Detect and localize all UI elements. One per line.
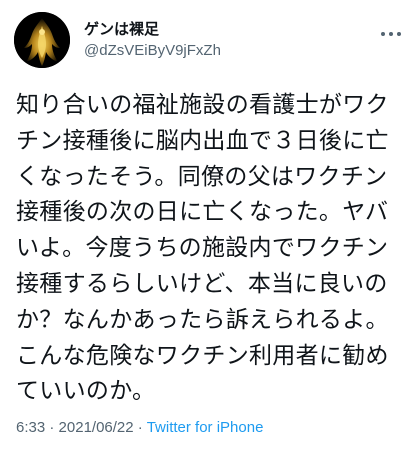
tweet-meta: 6:33 · 2021/06/22 · Twitter for iPhone — [16, 418, 263, 438]
tweet-text-line: チン接種後に脳内出血で３日後に亡 — [16, 127, 389, 154]
avatar-image — [14, 12, 70, 68]
tweet-card: ゲンは裸足 @dZsVEiByV9jFxZh 知り合いの福祉施設の看護士がワク … — [0, 0, 418, 449]
avatar[interactable] — [14, 12, 70, 68]
tweet-source-link[interactable]: Twitter for iPhone — [147, 419, 264, 436]
tweet-text-line: か？なんかあったら訴えられるよ。 — [16, 306, 389, 333]
user-handle[interactable]: @dZsVEiByV9jFxZh — [84, 41, 221, 61]
tweet-time[interactable]: 6:33 — [16, 419, 45, 436]
tweet-text-line: ていいのか。 — [16, 378, 156, 405]
tweet-header: ゲンは裸足 @dZsVEiByV9jFxZh — [14, 12, 404, 70]
tweet-text-line: くなったそう。同僚の父はワクチン — [16, 163, 388, 190]
tweet-text: 知り合いの福祉施設の看護士がワク チン接種後に脳内出血で３日後に亡 くなったそう… — [16, 88, 412, 410]
tweet-text-line: こんな危険なワクチン利用者に勧め — [16, 342, 389, 369]
author-block[interactable]: ゲンは裸足 @dZsVEiByV9jFxZh — [84, 19, 221, 61]
meta-separator: · — [49, 419, 55, 436]
tweet-text-line: 接種後の次の日に亡くなった。ヤバ — [16, 199, 389, 226]
tweet-text-line: 接種するらしいけど、本当に良いの — [16, 270, 388, 297]
more-horizontal-icon[interactable] — [378, 24, 404, 44]
display-name[interactable]: ゲンは裸足 — [84, 19, 221, 39]
tweet-text-line: いよ。今度うちの施設内でワクチン — [16, 235, 389, 262]
tweet-text-line: 知り合いの福祉施設の看護士がワク — [16, 92, 389, 118]
meta-separator: · — [137, 419, 143, 436]
tweet-date[interactable]: 2021/06/22 — [59, 419, 134, 436]
